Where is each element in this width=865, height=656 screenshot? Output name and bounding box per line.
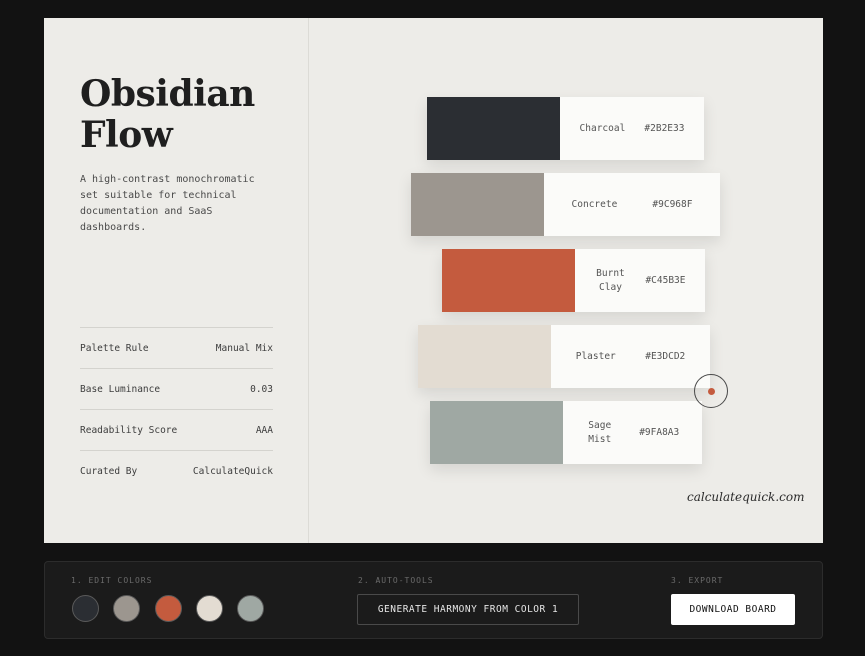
swatch-hex: #C45B3E [645,275,686,286]
brand-signature: calculatequick.com [687,490,805,504]
palette-description: A high-contrast monochromatic set suitab… [80,174,255,233]
download-board-button[interactable]: DOWNLOAD BOARD [671,594,795,625]
board-divider [308,18,309,543]
swatch-card: Burnt Clay #C45B3E [575,249,705,312]
meta-label: Readability Score [80,424,178,436]
swatch-color-block [427,97,560,160]
swatch-hex: #9C968F [652,199,693,210]
swatch-color-block [411,173,544,236]
meta-row-palette-rule: Palette Rule Manual Mix [80,327,273,368]
meta-value: Manual Mix [215,342,273,354]
swatch-charcoal[interactable]: Charcoal #2B2E33 [427,97,704,160]
meta-row-readability-score: Readability Score AAA [80,409,273,450]
meta-label: Base Luminance [80,383,161,395]
swatch-name: Burnt Clay [596,267,625,293]
color-dot-1[interactable] [72,595,99,622]
meta-table: Palette Rule Manual Mix Base Luminance 0… [80,327,273,491]
swatch-color-block [442,249,575,312]
swatch-plaster[interactable]: Plaster #E3DCD2 [418,325,710,388]
swatch-card: Charcoal #2B2E33 [560,97,704,160]
swatch-color-block [418,325,551,388]
cursor-marker [694,374,728,408]
swatch-sage-mist[interactable]: Sage Mist #9FA8A3 [430,401,702,464]
edit-colors-label: 1. EDIT COLORS [71,576,153,585]
title-line-2: Flow [80,114,173,156]
swatch-name: Sage Mist [588,419,612,445]
swatch-hex: #2B2E33 [644,123,685,134]
swatch-card: Sage Mist #9FA8A3 [563,401,702,464]
color-dot-4[interactable] [196,595,223,622]
swatch-color-block [430,401,563,464]
swatch-name: Plaster [575,350,616,362]
generate-harmony-button[interactable]: GENERATE HARMONY FROM COLOR 1 [357,594,579,625]
swatch-card: Concrete #9C968F [544,173,720,236]
swatch-concrete[interactable]: Concrete #9C968F [411,173,720,236]
export-label: 3. EXPORT [671,576,724,585]
meta-value: CalculateQuick [192,465,273,477]
cursor-marker-dot [708,388,715,395]
swatch-card: Plaster #E3DCD2 [551,325,710,388]
meta-value: AAA [255,424,273,436]
swatch-name: Concrete [571,198,618,210]
meta-row-base-luminance: Base Luminance 0.03 [80,368,273,409]
meta-label: Curated By [80,465,138,477]
color-dot-3[interactable] [155,595,182,622]
swatch-hex: #E3DCD2 [645,351,686,362]
palette-title: Obsidian Flow [80,74,255,156]
meta-label: Palette Rule [80,342,149,354]
color-dot-2[interactable] [113,595,140,622]
title-line-1: Obsidian [80,73,255,115]
auto-tools-label: 2. AUTO-TOOLS [358,576,434,585]
meta-row-curated-by: Curated By CalculateQuick [80,450,273,491]
color-dot-5[interactable] [237,595,264,622]
meta-value: 0.03 [250,383,273,395]
swatch-hex: #9FA8A3 [639,427,680,438]
swatch-name: Charcoal [579,122,626,134]
swatch-burnt-clay[interactable]: Burnt Clay #C45B3E [442,249,705,312]
